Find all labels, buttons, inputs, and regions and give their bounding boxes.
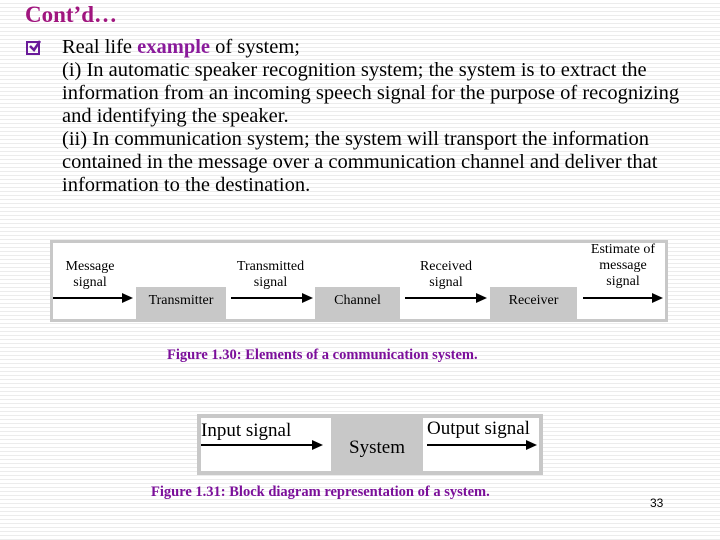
- figure-caption-1: Figure 1.30: Elements of a communication…: [167, 347, 478, 363]
- block-channel: Channel: [315, 287, 400, 322]
- slide-title: Cont’d…: [25, 2, 118, 27]
- label-output-signal: Output signal: [427, 418, 530, 439]
- label-input-signal: Input signal: [201, 420, 292, 441]
- checkbox-checked-icon: [26, 40, 42, 55]
- label-transmitted-signal: Transmitted signal: [236, 259, 305, 290]
- communication-system-diagram: Message signal Transmitter Transmitted s…: [50, 240, 668, 322]
- bullet-line: Real life example of system;: [62, 36, 300, 58]
- arrow-icon: [583, 293, 663, 303]
- arrow-icon: [53, 293, 133, 303]
- page-number: 33: [650, 496, 664, 510]
- block-system: System: [331, 418, 423, 471]
- arrow-icon: [201, 440, 323, 450]
- label-message-signal: Message signal: [65, 259, 115, 290]
- highlight-word: example: [137, 36, 211, 58]
- body-text: Real life example of system; (i) In auto…: [62, 36, 692, 197]
- block-receiver: Receiver: [490, 287, 577, 322]
- arrow-icon: [405, 293, 487, 303]
- arrow-icon: [427, 440, 537, 450]
- label-received-signal: Received signal: [419, 259, 473, 290]
- label-estimate: Estimate of message signal: [590, 242, 656, 289]
- arrow-icon: [231, 293, 313, 303]
- system-block-diagram: Input signal System Output signal: [197, 414, 543, 475]
- paragraph-communication: (ii) In communication system; the system…: [62, 128, 658, 196]
- paragraph-speaker-recognition: (i) In automatic speaker recognition sys…: [62, 59, 680, 127]
- block-transmitter: Transmitter: [136, 287, 226, 322]
- figure-caption-2: Figure 1.31: Block diagram representatio…: [151, 484, 490, 500]
